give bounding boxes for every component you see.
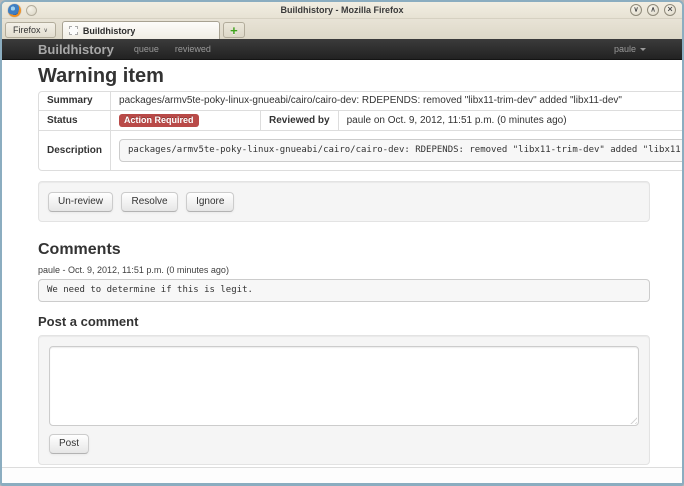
tab-favicon-icon (69, 26, 78, 35)
description-label: Description (39, 130, 110, 170)
maximize-button[interactable]: ∧ (647, 4, 659, 16)
browser-window: Buildhistory - Mozilla Firefox ∨ ∧ ✕ Fir… (0, 0, 684, 486)
comment-textarea[interactable] (49, 346, 639, 426)
post-comment-panel: Post (38, 335, 650, 465)
reviewed-by-label: Reviewed by (260, 110, 338, 130)
firefox-logo-icon (8, 4, 21, 17)
reviewed-by-value: paule on Oct. 9, 2012, 11:51 p.m. (0 min… (338, 110, 682, 130)
new-tab-button[interactable]: + (223, 22, 245, 38)
post-button[interactable]: Post (49, 434, 89, 454)
user-menu[interactable]: paule (614, 44, 646, 54)
maximize-icon: ∧ (650, 6, 655, 13)
resolve-button[interactable]: Resolve (121, 192, 177, 212)
site-navbar: Buildhistory queue reviewed paule (2, 39, 682, 60)
nav-link-reviewed[interactable]: reviewed (175, 44, 211, 54)
caret-down-icon (640, 48, 646, 51)
comment-item: paule - Oct. 9, 2012, 11:51 p.m. (0 minu… (38, 265, 650, 302)
window-title: Buildhistory - Mozilla Firefox (2, 2, 682, 19)
close-icon: ✕ (667, 6, 673, 13)
status-badge: Action Required (119, 114, 199, 127)
status-row: Status Action Required Reviewed by paule… (39, 110, 682, 130)
window-titlebar: Buildhistory - Mozilla Firefox ∨ ∧ ✕ (2, 2, 682, 19)
description-row: Description packages/armv5te-poky-linux-… (39, 130, 682, 170)
browser-tab-buildhistory[interactable]: Buildhistory (62, 21, 220, 39)
summary-label: Summary (39, 92, 110, 110)
tab-title: Buildhistory (83, 26, 136, 36)
close-button[interactable]: ✕ (664, 4, 676, 16)
titlebar-menu-button[interactable] (26, 5, 37, 16)
description-code: packages/armv5te-poky-linux-gnueabi/cair… (119, 139, 682, 162)
tab-strip: Firefox ∨ Buildhistory + (2, 19, 682, 39)
nav-link-queue[interactable]: queue (134, 44, 159, 54)
comments-heading: Comments (38, 241, 650, 259)
minimize-icon: ∨ (633, 6, 638, 13)
status-label: Status (39, 110, 110, 130)
summary-value: packages/armv5te-poky-linux-gnueabi/cair… (110, 92, 682, 110)
firefox-menu-button[interactable]: Firefox ∨ (5, 22, 56, 38)
firefox-menu-label: Firefox (13, 25, 41, 35)
navbar-brand[interactable]: Buildhistory (38, 42, 114, 57)
warning-details-table: Summary packages/armv5te-poky-linux-gnue… (38, 91, 682, 171)
page-content: Warning item Summary packages/armv5te-po… (2, 60, 682, 467)
status-value-cell: Action Required (110, 110, 260, 130)
summary-row: Summary packages/armv5te-poky-linux-gnue… (39, 92, 682, 110)
description-cell: packages/armv5te-poky-linux-gnueabi/cair… (110, 130, 682, 170)
minimize-button[interactable]: ∨ (630, 4, 642, 16)
page-title: Warning item (38, 65, 650, 87)
plus-icon: + (230, 24, 238, 37)
browser-statusbar (2, 467, 682, 483)
comment-meta: paule - Oct. 9, 2012, 11:51 p.m. (0 minu… (38, 265, 650, 275)
user-menu-label: paule (614, 44, 636, 54)
post-comment-heading: Post a comment (38, 315, 650, 329)
action-buttons-panel: Un-review Resolve Ignore (38, 181, 650, 222)
comment-body: We need to determine if this is legit. (38, 279, 650, 302)
unreview-button[interactable]: Un-review (48, 192, 113, 212)
chevron-down-icon: ∨ (44, 27, 48, 34)
ignore-button[interactable]: Ignore (186, 192, 234, 212)
